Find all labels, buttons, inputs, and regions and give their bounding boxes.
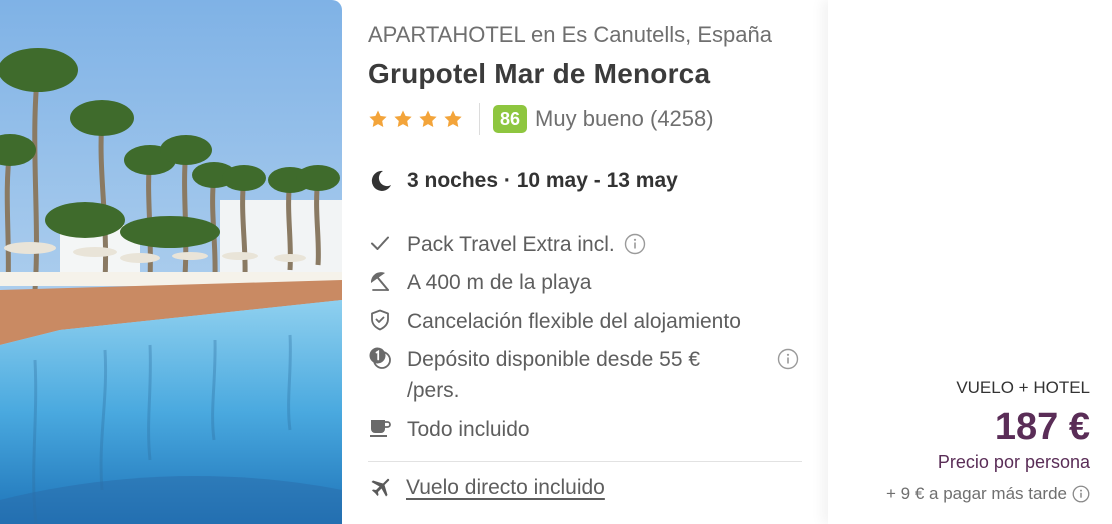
feature-text: Cancelación flexible del alojamiento: [407, 310, 741, 333]
stay-summary: 3 noches · 10 may - 13 may: [368, 166, 678, 196]
feature-deposit: Depósito disponible desde 55 € /pers.: [368, 344, 799, 406]
feature-text: A 400 m de la playa: [407, 271, 592, 294]
info-icon[interactable]: [624, 233, 646, 255]
feature-pack-travel: Pack Travel Extra incl.: [368, 229, 646, 260]
check-icon: [371, 236, 389, 250]
hotel-photo[interactable]: [0, 0, 342, 524]
star-rating: [368, 109, 463, 129]
feature-all-inclusive: Todo incluido: [368, 414, 530, 445]
feature-text-line1: Depósito disponible desde 55 €: [407, 348, 701, 371]
flight-info: Vuelo directo incluido: [368, 476, 605, 500]
hotel-info: APARTAHOTEL en Es Canutells, España Grup…: [368, 0, 808, 524]
package-type-label: VUELO + HOTEL: [956, 378, 1090, 397]
stay-dates: 3 noches · 10 may - 13 may: [407, 169, 678, 192]
feature-text-line2: /pers.: [407, 379, 460, 402]
coffee-cup-icon: [370, 420, 391, 437]
hotel-type-location: APARTAHOTEL en Es Canutells, España: [368, 22, 772, 47]
pay-later-text: + 9 € a pagar más tarde: [886, 484, 1067, 503]
feature-flexible-cancellation: Cancelación flexible del alojamiento: [368, 306, 741, 337]
score-badge: 86: [493, 105, 528, 133]
pay-later-note: + 9 € a pagar más tarde: [886, 484, 1090, 504]
info-icon[interactable]: [1072, 485, 1090, 503]
price-per-person-label: Precio por persona: [937, 452, 1090, 472]
score-text[interactable]: Muy bueno (4258): [535, 106, 714, 132]
price-amount[interactable]: 187 €: [995, 406, 1090, 449]
deposit-coins-icon: [369, 347, 391, 369]
hotel-offer-card[interactable]: APARTAHOTEL en Es Canutells, España Grup…: [0, 0, 1112, 524]
star-icon: [444, 110, 462, 127]
star-icon: [419, 110, 437, 127]
feature-beach-distance: A 400 m de la playa: [368, 267, 591, 298]
price-panel: VUELO + HOTEL 187 € Precio por persona +…: [828, 0, 1112, 524]
shield-check-icon: [371, 309, 389, 331]
rating-divider: [479, 103, 480, 135]
rating-row: 86 Muy bueno (4258): [368, 102, 714, 136]
info-icon[interactable]: [777, 348, 799, 370]
star-icon: [394, 110, 412, 127]
divider: [368, 461, 802, 462]
airplane-icon: [371, 478, 390, 497]
feature-text: Pack Travel Extra incl.: [407, 233, 615, 256]
direct-flight-link[interactable]: Vuelo directo incluido: [406, 476, 605, 500]
hotel-name[interactable]: Grupotel Mar de Menorca: [368, 58, 710, 90]
star-icon: [369, 110, 387, 127]
feature-text: Todo incluido: [407, 418, 530, 441]
moon-icon: [371, 170, 391, 191]
beach-umbrella-icon: [370, 272, 389, 291]
